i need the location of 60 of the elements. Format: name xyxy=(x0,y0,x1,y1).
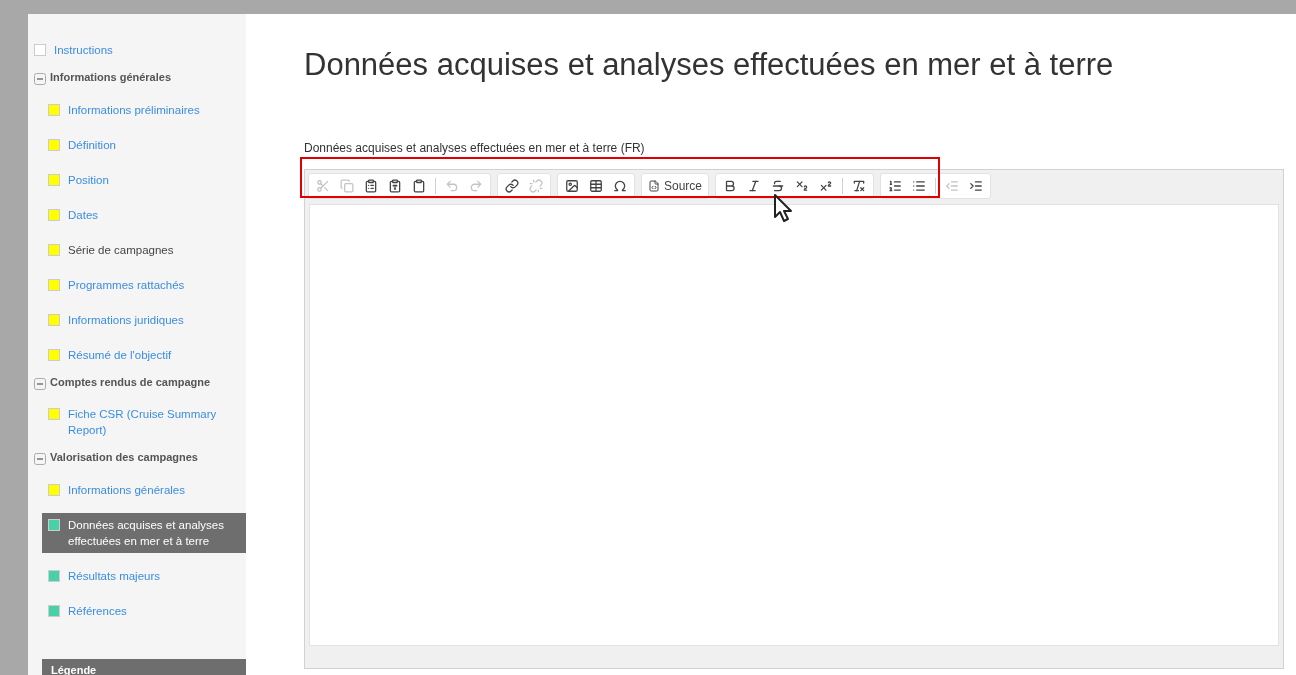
sidebar-item[interactable]: Position xyxy=(42,167,246,192)
sidebar-item[interactable]: Informations générales xyxy=(42,477,246,502)
item-label: Définition xyxy=(68,137,116,153)
item-label: Informations juridiques xyxy=(68,312,184,328)
image-icon xyxy=(565,178,579,193)
sidebar-item[interactable]: Dates xyxy=(42,202,246,227)
subscript-icon xyxy=(795,178,810,193)
bold-icon xyxy=(723,178,738,193)
scissors-icon xyxy=(316,178,330,193)
link-icon xyxy=(505,178,519,193)
unlink-icon xyxy=(529,178,543,193)
collapse-icon[interactable] xyxy=(34,453,46,466)
sidebar-item[interactable]: Informations juridiques xyxy=(42,307,246,332)
sidebar-item[interactable]: Résumé de l'objectif xyxy=(42,342,246,367)
sidebar-item[interactable]: Informations préliminaires xyxy=(42,97,246,122)
item-label: Programmes rattachés xyxy=(68,277,185,293)
paste-word-icon xyxy=(412,178,426,193)
clear-format-icon xyxy=(852,178,867,193)
paste-icon xyxy=(364,178,378,193)
italic-icon xyxy=(747,178,762,193)
item-label: Résumé de l'objectif xyxy=(68,347,172,363)
bulleted-list-icon xyxy=(912,178,927,193)
document-icon xyxy=(648,179,660,192)
item-label: Informations générales xyxy=(68,482,185,498)
sidebar-item[interactable]: Fiche CSR (Cruise Summary Report) xyxy=(42,402,246,442)
numbered-list-icon xyxy=(888,178,903,193)
sidebar-item[interactable]: Définition xyxy=(42,132,246,157)
group-heading: Comptes rendus de campagne xyxy=(50,374,211,390)
item-label: Résultats majeurs xyxy=(68,568,161,584)
item-label: Données acquises et analyses effectuées en mer et à terre xyxy=(68,517,225,549)
field-label: Données acquises et analyses effectuées en mer et à terre (FR) xyxy=(304,139,645,157)
strikethrough-icon xyxy=(771,178,786,193)
sidebar-item[interactable]: Série de campagnes xyxy=(42,237,246,262)
item-label: Dates xyxy=(68,207,99,223)
sidebar-item[interactable]: Références xyxy=(42,598,246,623)
collapse-icon[interactable] xyxy=(34,73,46,86)
indent-icon xyxy=(969,178,984,193)
source-button[interactable]: Source xyxy=(644,173,707,198)
item-label: Fiche CSR (Cruise Summary Report) xyxy=(68,407,218,438)
group-heading: Valorisation des campagnes xyxy=(50,450,198,465)
item-label: Informations préliminaires xyxy=(68,102,200,118)
group-heading: Informations générales xyxy=(50,70,172,85)
item-label: Instructions xyxy=(54,43,113,58)
superscript-icon xyxy=(819,178,834,193)
sidebar-item[interactable]: Résultats majeurs xyxy=(42,563,246,588)
omega-icon xyxy=(613,178,627,193)
outdent-icon xyxy=(945,178,960,193)
paste-text-icon xyxy=(388,178,402,193)
item-label: Position xyxy=(68,172,109,188)
redo-icon xyxy=(469,178,483,193)
sidebar-item[interactable]: Données acquises et analyses effectuées en mer et à terre xyxy=(42,512,246,553)
item-label: Références xyxy=(68,603,127,619)
page-title: Données acquises et analyses effectuées en mer et à terre xyxy=(304,46,1115,84)
sidebar-item[interactable]: Instructions xyxy=(28,38,246,62)
table-icon xyxy=(589,178,603,193)
sidebar-item[interactable]: Programmes rattachés xyxy=(42,272,246,297)
undo-icon xyxy=(445,178,459,193)
collapse-icon[interactable] xyxy=(34,377,46,390)
copy-icon xyxy=(340,178,354,193)
item-label: Série de campagnes xyxy=(68,242,174,258)
